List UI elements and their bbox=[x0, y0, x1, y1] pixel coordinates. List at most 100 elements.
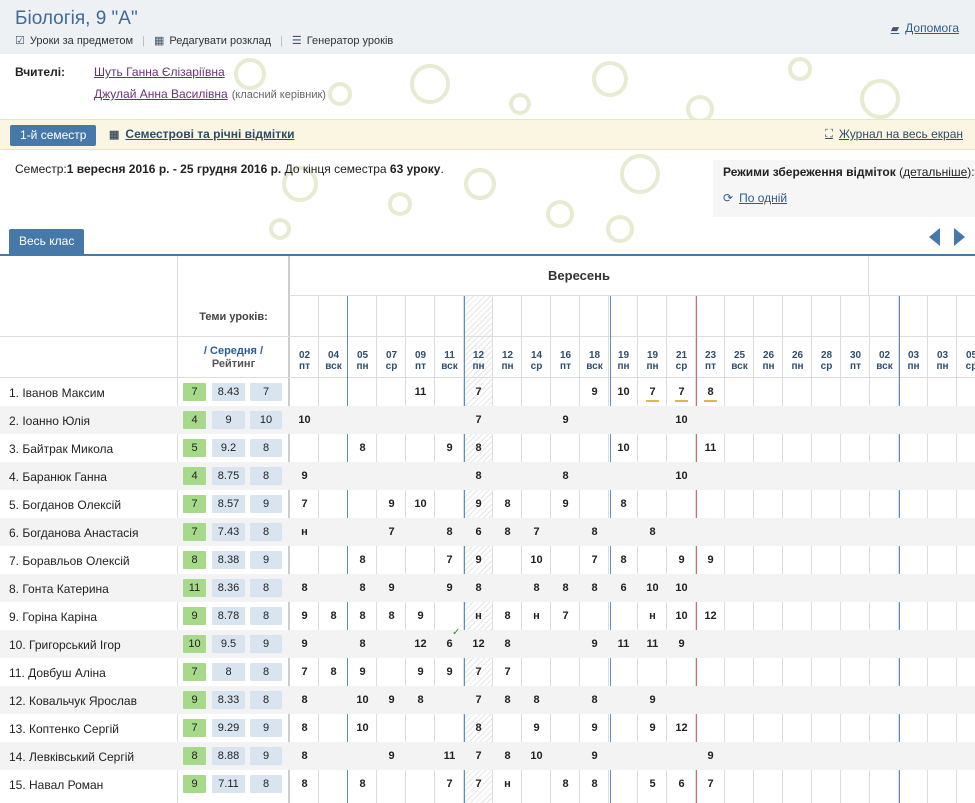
mark-cell[interactable]: н bbox=[493, 778, 522, 790]
mark-cell[interactable]: 10 bbox=[522, 750, 551, 762]
mark-cell[interactable]: 7 bbox=[435, 554, 464, 566]
mark-cell[interactable]: 9 bbox=[667, 554, 696, 566]
mark-cell[interactable]: н bbox=[290, 526, 319, 538]
date-header[interactable]: 04 вск bbox=[319, 350, 348, 372]
mark-cell[interactable]: 8 bbox=[464, 722, 493, 734]
mark-cell[interactable]: 9 bbox=[464, 498, 493, 510]
mark-cell[interactable]: 7 bbox=[290, 666, 319, 678]
mark-cell[interactable]: 7 bbox=[522, 526, 551, 538]
mark-cell[interactable]: 9 bbox=[696, 750, 725, 762]
mark-cell[interactable]: 9 bbox=[406, 666, 435, 678]
mark-cell[interactable]: 6 bbox=[609, 582, 638, 594]
date-header[interactable]: 30 пт bbox=[841, 350, 870, 372]
mark-cell[interactable]: 9 bbox=[435, 666, 464, 678]
details-link[interactable]: детальніше bbox=[903, 165, 967, 179]
mark-cell[interactable]: 12 bbox=[696, 610, 725, 622]
mark-cell[interactable]: 8 bbox=[551, 778, 580, 790]
student-name[interactable]: 3. Байтрак Микола bbox=[9, 442, 113, 456]
student-name[interactable]: 4. Баранюк Ганна bbox=[9, 470, 107, 484]
mark-cell[interactable]: 9 bbox=[290, 638, 319, 650]
mark-cell[interactable]: 9 bbox=[551, 498, 580, 510]
mark-cell[interactable]: 7 bbox=[435, 778, 464, 790]
mark-cell[interactable]: 6 bbox=[464, 526, 493, 538]
fullscreen-link[interactable]: ⛶ Журнал на весь екран bbox=[825, 127, 963, 141]
mark-cell[interactable]: 8 bbox=[464, 442, 493, 454]
date-header[interactable]: 11 вск bbox=[435, 350, 464, 372]
mark-cell[interactable]: 9 bbox=[667, 638, 696, 650]
mark-cell[interactable]: 9 bbox=[290, 610, 319, 622]
mark-cell[interactable]: 9 bbox=[464, 554, 493, 566]
date-header[interactable]: 26 пн bbox=[783, 350, 812, 372]
mark-cell[interactable]: 11 bbox=[696, 442, 725, 454]
mark-cell[interactable]: 9 bbox=[580, 386, 609, 398]
mark-cell[interactable]: 8 bbox=[290, 694, 319, 706]
mark-cell[interactable]: 12 bbox=[464, 638, 493, 650]
mark-cell[interactable]: 7 bbox=[696, 778, 725, 790]
mark-cell[interactable]: 7 bbox=[551, 610, 580, 622]
date-header[interactable]: 02 пт bbox=[290, 350, 319, 372]
mark-cell[interactable]: 8 bbox=[551, 582, 580, 594]
mark-cell[interactable]: 9 bbox=[580, 638, 609, 650]
tab-whole-class[interactable]: Весь клас bbox=[9, 229, 85, 254]
mark-cell[interactable]: 7 bbox=[377, 526, 406, 538]
mark-cell[interactable]: 6 bbox=[435, 638, 464, 650]
mark-cell[interactable]: 8 bbox=[493, 610, 522, 622]
date-header[interactable]: 09 пт bbox=[406, 350, 435, 372]
mark-cell[interactable]: 8 bbox=[319, 666, 348, 678]
mark-cell[interactable]: 11 bbox=[435, 750, 464, 762]
mark-cell[interactable]: 11 bbox=[406, 386, 435, 398]
mark-cell[interactable]: 9 bbox=[377, 498, 406, 510]
teacher-link[interactable]: Шуть Ганна Єлізаріївна bbox=[94, 65, 225, 79]
mark-cell[interactable]: 12 bbox=[667, 722, 696, 734]
mark-cell[interactable]: 8 bbox=[464, 470, 493, 482]
mark-cell[interactable]: 8 bbox=[609, 554, 638, 566]
mark-cell[interactable]: 8 bbox=[580, 526, 609, 538]
date-header[interactable]: 12 пн bbox=[464, 350, 493, 372]
date-header[interactable]: 07 ср bbox=[377, 350, 406, 372]
mark-cell[interactable]: 7 bbox=[464, 694, 493, 706]
mark-cell[interactable]: 8 bbox=[348, 638, 377, 650]
student-name[interactable]: 15. Навал Роман bbox=[9, 778, 103, 792]
mark-cell[interactable]: 7 bbox=[290, 498, 319, 510]
date-header[interactable]: 16 пт bbox=[551, 350, 580, 372]
mark-cell[interactable]: н bbox=[638, 610, 667, 622]
mark-cell[interactable]: 10 bbox=[290, 414, 319, 426]
mark-cell[interactable]: 9 bbox=[580, 750, 609, 762]
date-header[interactable]: 23 пт bbox=[696, 350, 725, 372]
mark-cell[interactable]: 7 bbox=[493, 666, 522, 678]
mark-cell[interactable]: 8 bbox=[435, 526, 464, 538]
date-header[interactable]: 02 вск bbox=[870, 350, 899, 372]
mark-cell[interactable]: 9 bbox=[290, 470, 319, 482]
mark-cell[interactable]: 8 bbox=[464, 582, 493, 594]
mark-cell[interactable]: 8 bbox=[290, 582, 319, 594]
mark-cell[interactable]: 8 bbox=[348, 442, 377, 454]
mark-cell[interactable]: 10 bbox=[609, 442, 638, 454]
date-header[interactable]: 14 ср bbox=[522, 350, 551, 372]
mark-cell[interactable]: 8 bbox=[493, 498, 522, 510]
mark-cell[interactable]: 8 bbox=[638, 526, 667, 538]
mark-cell[interactable]: 10 bbox=[638, 582, 667, 594]
edit-schedule-link[interactable]: ▦ Редагувати розклад bbox=[154, 34, 271, 48]
date-header[interactable]: 05 ср bbox=[957, 350, 975, 372]
date-header[interactable]: 05 пн bbox=[348, 350, 377, 372]
mark-cell[interactable]: 9 bbox=[435, 582, 464, 594]
student-name[interactable]: 13. Коптенко Сергій bbox=[9, 722, 119, 736]
mark-cell[interactable]: 12 bbox=[406, 638, 435, 650]
mark-cell[interactable]: н bbox=[464, 610, 493, 622]
mark-cell[interactable]: 7 bbox=[638, 386, 667, 402]
mark-cell[interactable]: 8 bbox=[580, 582, 609, 594]
mark-cell[interactable]: 9 bbox=[377, 582, 406, 594]
mark-cell[interactable]: 7 bbox=[464, 666, 493, 678]
date-header[interactable]: 25 вск bbox=[725, 350, 754, 372]
help-link[interactable]: ▰ Допомога bbox=[891, 21, 959, 35]
mark-cell[interactable]: 10 bbox=[609, 386, 638, 398]
mark-cell[interactable]: 8 bbox=[348, 554, 377, 566]
mark-cell[interactable]: 8 bbox=[551, 470, 580, 482]
mark-cell[interactable]: 8 bbox=[522, 582, 551, 594]
mark-cell[interactable]: 8 bbox=[290, 778, 319, 790]
student-name[interactable]: 10. Григорський Ігор bbox=[9, 638, 121, 652]
mark-cell[interactable]: 9 bbox=[406, 610, 435, 622]
mark-cell[interactable]: 7 bbox=[580, 554, 609, 566]
mark-cell[interactable]: 7 bbox=[464, 750, 493, 762]
mark-cell[interactable]: 10 bbox=[406, 498, 435, 510]
